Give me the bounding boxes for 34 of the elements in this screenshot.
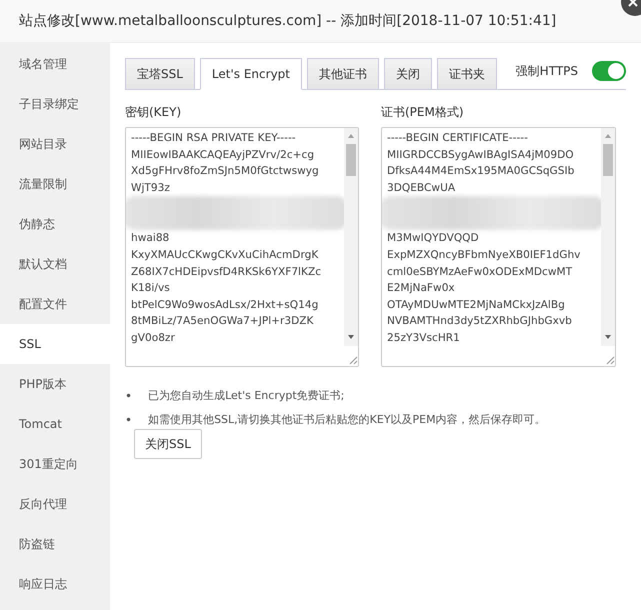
field-label: 证书(PEM格式) (381, 104, 465, 121)
tab[interactable]: 关闭 (384, 58, 432, 89)
sidebar-item[interactable]: 网站目录 (0, 124, 110, 164)
tab[interactable]: 其他证书 (307, 58, 379, 89)
text-area[interactable]: -----BEGIN CERTIFICATE----- MIIGRDCCBSygAwIBAgISA4jM09DO DfksA44M4EmSx195MA0GCSqGSIb 3DQEBCwUA M3MwIQYDVQQD ExpMZXQncyBFbmNyeXB0IEF1dGhv cml0eSBYMzAeFw0xODExMDcwMT E2MjNaFw0x OTAyMDUwMTE2MjNaMCkxJzAlBg NVBAMTHnd3dy5tZXRhbGJhbGxvb 25zY3VscHR1 (381, 127, 616, 367)
sidebar-item[interactable]: 防盗链 (0, 524, 110, 564)
sidebar-item[interactable]: SSL (0, 324, 110, 364)
sidebar-item[interactable]: Tomcat (0, 404, 110, 444)
scrollbar[interactable] (601, 128, 615, 366)
sidebar-item[interactable]: PHP版本 (0, 364, 110, 404)
bullet-marker: • (125, 388, 132, 405)
note-text: 已为您自动生成Let's Encrypt免费证书; (148, 388, 344, 404)
window-title: 站点修改[www.metalballoonsculptures.com] -- 添加时间[2018-11-07 10:51:41] (19, 12, 556, 30)
sidebar-item[interactable]: 子目录绑定 (0, 84, 110, 124)
close-ssl-button[interactable]: 关闭SSL (134, 429, 202, 459)
sidebar-item[interactable]: 域名管理 (0, 44, 110, 84)
sidebar-item[interactable]: 反向代理 (0, 484, 110, 524)
tab[interactable]: Let's Encrypt (200, 58, 302, 90)
sidebar-item[interactable]: 默认文档 (0, 244, 110, 284)
sidebar-item[interactable]: 伪静态 (0, 204, 110, 244)
tab[interactable]: 证书夹 (437, 58, 497, 89)
field-label: 密钥(KEY) (125, 104, 182, 121)
force-https-label: 强制HTTPS (516, 62, 578, 80)
text-area[interactable]: -----BEGIN RSA PRIVATE KEY----- MIIEowIBAAKCAQEAyjPZVrv/2c+cg Xd5gFHrv8foZmSJn5M0fGtctwswyg WjT93z hwai88 KxyXMAUcCKwgCKvXuCihAcmDrgK Z68IX7cHDEipvsfD4RKSk6YXF7lKZc K18i/vs btPelC9Wo9wosAdLsx/2Hxt+sQ14g 8tMBiLz/7A5enOGWa7+JPl+r3DZK gV0o8zr (125, 127, 359, 367)
sidebar-item[interactable]: 配置文件 (0, 284, 110, 324)
close-icon[interactable] (619, 0, 641, 18)
tab[interactable]: 宝塔SSL (125, 58, 195, 89)
sidebar-item[interactable]: 301重定向 (0, 444, 110, 484)
sidebar-item[interactable]: 流量限制 (0, 164, 110, 204)
toggle-switch[interactable] (592, 61, 626, 81)
sidebar-item[interactable]: 响应日志 (0, 564, 110, 604)
bullet-marker: • (125, 412, 132, 429)
note-text: 如需使用其他SSL,请切换其他证书后粘贴您的KEY以及PEM内容，然后保存即可。 (148, 412, 546, 428)
scrollbar[interactable] (344, 128, 358, 366)
